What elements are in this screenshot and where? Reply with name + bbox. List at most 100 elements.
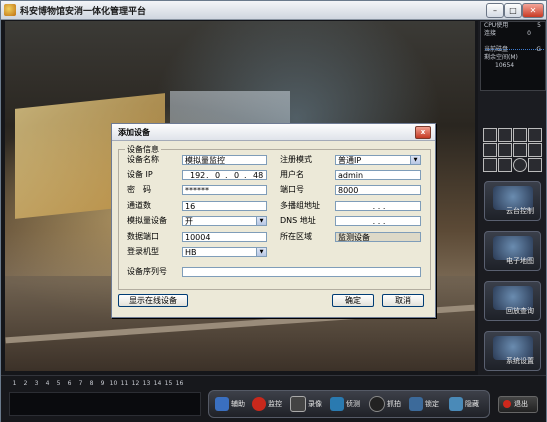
help-icon — [215, 397, 229, 411]
disk-value: G — [536, 46, 541, 53]
maximize-button[interactable]: □ — [504, 3, 522, 18]
channel-numbers: 1 2 3 4 5 6 7 8 9 10 11 12 13 14 15 16 — [9, 380, 199, 387]
channel-number[interactable]: 2 — [20, 380, 31, 387]
channel-number[interactable]: 6 — [64, 380, 75, 387]
dns-field[interactable]: . . . — [335, 216, 421, 226]
capture-label: 抓拍 — [387, 400, 401, 408]
record-label: 录像 — [308, 400, 322, 408]
cycle-icon[interactable] — [513, 158, 527, 172]
free-label: 剩余空间(M) — [484, 54, 518, 61]
chevron-down-icon: ▼ — [410, 156, 420, 164]
minimize-button[interactable]: – — [486, 3, 504, 18]
record-icon — [290, 396, 306, 412]
dialog-title: 添加设备 — [118, 128, 150, 137]
layout-1-icon[interactable] — [483, 128, 497, 142]
main-window: 科安博物馆安消一体化管理平台 – □ ✕ CPU使用 5 连接 0 当前磁盘 G 剩余… — [0, 0, 547, 422]
layout-25-icon[interactable] — [528, 143, 542, 157]
login-model-value: HB — [185, 248, 197, 257]
settings-button[interactable]: 系统设置 — [484, 331, 541, 371]
system-stats: CPU使用 5 连接 0 当前磁盘 G 剩余空间(M) 10654 — [480, 21, 546, 91]
channel-number[interactable]: 13 — [141, 380, 152, 387]
ok-button[interactable]: 确定 — [332, 294, 374, 307]
chevron-down-icon: ▼ — [256, 248, 266, 256]
help-label: 辅助 — [231, 400, 245, 408]
help-button[interactable]: 辅助 — [215, 396, 245, 412]
register-mode-select[interactable]: 普通IP ▼ — [335, 155, 421, 165]
channel-number[interactable]: 7 — [75, 380, 86, 387]
password-field[interactable]: ****** — [182, 185, 267, 195]
playback-button[interactable]: 回放查询 — [484, 281, 541, 321]
capture-button[interactable]: 抓拍 — [369, 396, 401, 412]
conn-label: 连接 — [484, 30, 497, 37]
ptz-control-button[interactable]: 云台控制 — [484, 181, 541, 221]
fullscreen-icon[interactable] — [498, 158, 512, 172]
show-online-devices-button[interactable]: 显示在线设备 — [118, 294, 188, 307]
patrol-label: 侦测 — [346, 400, 360, 408]
monitor-button[interactable]: 监控 — [252, 396, 282, 412]
serial-field[interactable] — [182, 267, 421, 277]
area-label: 所在区域 — [280, 232, 312, 241]
channel-number[interactable]: 14 — [152, 380, 163, 387]
dialog-close-button[interactable]: x — [415, 126, 431, 139]
register-mode-value: 普通IP — [338, 156, 362, 165]
lock-icon — [409, 397, 423, 411]
username-field[interactable]: admin — [335, 170, 421, 180]
record-button[interactable]: 录像 — [290, 396, 322, 412]
channel-number[interactable]: 16 — [174, 380, 185, 387]
bottom-bar: 1 2 3 4 5 6 7 8 9 10 11 12 13 14 15 16 辅助 监控 录像 侦测 抓拍 锁… — [1, 375, 546, 422]
device-name-label: 设备名称 — [127, 155, 159, 164]
layout-4-icon[interactable] — [498, 128, 512, 142]
channel-number[interactable]: 8 — [86, 380, 97, 387]
monitor-label: 监控 — [268, 400, 282, 408]
analog-device-select[interactable]: 开 ▼ — [182, 216, 267, 226]
channel-number[interactable]: 9 — [97, 380, 108, 387]
login-model-select[interactable]: HB ▼ — [182, 247, 267, 257]
layout-36-icon[interactable] — [483, 158, 497, 172]
dns-label: DNS 地址 — [280, 216, 316, 225]
layout-6-icon[interactable] — [513, 128, 527, 142]
multicast-label: 多播组地址 — [280, 201, 320, 210]
cpu-value: 5 — [537, 22, 541, 29]
multicast-field[interactable]: . . . — [335, 201, 421, 211]
device-name-field[interactable]: 模拟量监控 — [182, 155, 267, 165]
channel-number[interactable]: 10 — [108, 380, 119, 387]
patrol-button[interactable]: 侦测 — [330, 396, 360, 412]
port-field[interactable]: 8000 — [335, 185, 421, 195]
channel-number[interactable]: 11 — [119, 380, 130, 387]
channel-number[interactable]: 4 — [42, 380, 53, 387]
channel-number[interactable]: 1 — [9, 380, 20, 387]
app-icon — [4, 4, 16, 16]
channel-number[interactable]: 5 — [53, 380, 64, 387]
channel-number[interactable]: 15 — [163, 380, 174, 387]
data-port-field[interactable]: 10004 — [182, 232, 267, 242]
register-mode-label: 注册模式 — [280, 155, 312, 164]
layout-8-icon[interactable] — [528, 128, 542, 142]
conn-value: 0 — [527, 30, 531, 37]
area-field: 监测设备 — [335, 232, 421, 242]
cancel-button[interactable]: 取消 — [382, 294, 424, 307]
capture-icon — [369, 396, 385, 412]
channels-field[interactable]: 16 — [182, 201, 267, 211]
dialog-title-bar: 添加设备 x — [112, 124, 435, 141]
channel-number[interactable]: 3 — [31, 380, 42, 387]
ip-octet: 192 — [190, 171, 206, 180]
channel-number[interactable]: 12 — [130, 380, 141, 387]
close-button[interactable]: ✕ — [522, 3, 544, 18]
layout-13-icon[interactable] — [498, 143, 512, 157]
login-model-label: 登录机型 — [127, 247, 159, 256]
emap-button[interactable]: 电子地图 — [484, 231, 541, 271]
cpu-label: CPU使用 — [484, 22, 509, 29]
lock-button[interactable]: 锁定 — [409, 396, 439, 412]
device-info-group: 设备信息 设备名称 模拟量监控 设备 IP 192 . 0 . 0 . 48 密… — [118, 144, 431, 290]
snapshot-icon[interactable] — [528, 158, 542, 172]
layout-9-icon[interactable] — [483, 143, 497, 157]
channels-label: 通道数 — [127, 201, 151, 210]
password-label: 密 码 — [127, 185, 151, 194]
hide-button[interactable]: 隐藏 — [449, 396, 479, 412]
port-label: 端口号 — [280, 185, 304, 194]
device-ip-field[interactable]: 192 . 0 . 0 . 48 — [182, 170, 267, 180]
exit-button[interactable]: 退出 — [498, 396, 538, 413]
hide-icon — [449, 397, 463, 411]
layout-16-icon[interactable] — [513, 143, 527, 157]
lock-label: 锁定 — [425, 400, 439, 408]
